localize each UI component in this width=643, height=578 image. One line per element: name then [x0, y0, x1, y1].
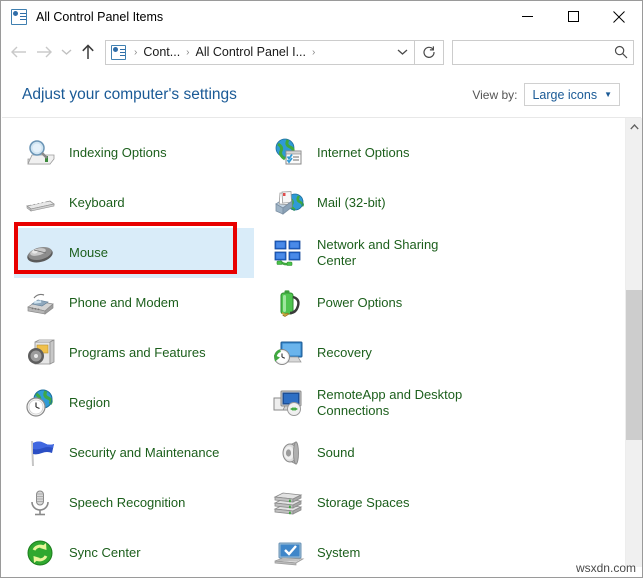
vertical-scrollbar[interactable] — [625, 118, 642, 567]
breadcrumb-item-0[interactable]: Cont... — [141, 45, 182, 59]
internet-options-icon — [272, 137, 304, 169]
window-controls — [504, 1, 642, 32]
items-column-right: Internet Options — [262, 128, 562, 567]
refresh-icon[interactable] — [415, 40, 444, 65]
scrollbar-track[interactable] — [626, 135, 642, 550]
indexing-options-icon — [24, 137, 56, 169]
item-label: Power Options — [317, 295, 402, 311]
items-content-area: Indexing Options — [1, 118, 642, 567]
maximize-icon[interactable] — [550, 1, 596, 32]
view-by-label: View by: — [472, 88, 517, 102]
item-label: Recovery — [317, 345, 372, 361]
watermark: wsxdn.com — [576, 561, 636, 575]
navigation-bar: › Cont... › All Control Panel I... › — [1, 32, 642, 72]
item-label: System — [317, 545, 360, 561]
sync-center-icon — [24, 537, 56, 567]
control-panel-item-speech-recognition[interactable]: Speech Recognition — [14, 478, 254, 528]
control-panel-item-phone-and-modem[interactable]: Phone and Modem — [14, 278, 254, 328]
item-label: RemoteApp and Desktop Connections — [317, 387, 462, 419]
control-panel-item-internet-options[interactable]: Internet Options — [262, 128, 562, 178]
phone-and-modem-icon — [24, 287, 56, 319]
items-grid: Indexing Options — [1, 118, 642, 567]
search-box[interactable] — [452, 40, 634, 65]
recovery-icon — [272, 337, 304, 369]
minimize-icon[interactable] — [504, 1, 550, 32]
control-panel-icon — [11, 9, 27, 25]
breadcrumb-separator: › — [182, 47, 193, 58]
keyboard-icon — [24, 187, 56, 219]
item-label: Security and Maintenance — [69, 445, 219, 461]
item-label: Mouse — [69, 245, 108, 261]
search-icon[interactable] — [609, 45, 633, 59]
up-arrow-icon[interactable] — [75, 37, 101, 67]
control-panel-item-recovery[interactable]: Recovery — [262, 328, 562, 378]
item-label: Network and Sharing Center — [317, 237, 438, 269]
items-column-left: Indexing Options — [14, 128, 254, 567]
control-panel-item-indexing-options[interactable]: Indexing Options — [14, 128, 254, 178]
item-label: Keyboard — [69, 195, 125, 211]
view-by-value: Large icons — [532, 88, 597, 102]
breadcrumb-item-1[interactable]: All Control Panel I... — [194, 45, 308, 59]
control-panel-item-programs-and-features[interactable]: Programs and Features — [14, 328, 254, 378]
control-panel-item-power-options[interactable]: Power Options — [262, 278, 562, 328]
control-panel-item-mouse[interactable]: Mouse — [14, 228, 254, 278]
page-title: Adjust your computer's settings — [22, 86, 237, 104]
breadcrumb-separator: › — [130, 47, 141, 58]
programs-and-features-icon — [24, 337, 56, 369]
scroll-up-arrow-icon[interactable] — [626, 118, 642, 135]
item-label: Indexing Options — [69, 145, 167, 161]
recent-locations-chevron-down-icon[interactable] — [57, 37, 75, 67]
chevron-down-icon: ▼ — [604, 90, 612, 99]
region-icon — [24, 387, 56, 419]
security-and-maintenance-icon — [24, 437, 56, 469]
breadcrumb-separator: › — [308, 47, 319, 58]
remoteapp-and-desktop-connections-icon — [272, 387, 304, 419]
control-panel-item-network-and-sharing-center[interactable]: Network and Sharing Center — [262, 228, 562, 278]
close-icon[interactable] — [596, 1, 642, 32]
item-label: Programs and Features — [69, 345, 206, 361]
address-bar[interactable]: › Cont... › All Control Panel I... › — [105, 40, 415, 65]
system-icon — [272, 537, 304, 567]
view-by-dropdown[interactable]: Large icons ▼ — [524, 83, 620, 106]
power-options-icon — [272, 287, 304, 319]
control-panel-item-security-and-maintenance[interactable]: Security and Maintenance — [14, 428, 254, 478]
speech-recognition-icon — [24, 487, 56, 519]
item-label: Internet Options — [317, 145, 410, 161]
control-panel-item-sync-center[interactable]: Sync Center — [14, 528, 254, 567]
forward-arrow-icon[interactable] — [31, 37, 57, 67]
control-panel-item-storage-spaces[interactable]: Storage Spaces — [262, 478, 562, 528]
item-label: Sound — [317, 445, 355, 461]
control-panel-item-mail[interactable]: Mail (32-bit) — [262, 178, 562, 228]
control-panel-item-keyboard[interactable]: Keyboard — [14, 178, 254, 228]
network-and-sharing-center-icon — [272, 237, 304, 269]
item-label: Sync Center — [69, 545, 141, 561]
item-label: Speech Recognition — [69, 495, 185, 511]
item-label: Region — [69, 395, 110, 411]
back-arrow-icon[interactable] — [5, 37, 31, 67]
control-panel-item-system[interactable]: System — [262, 528, 562, 567]
control-panel-item-remoteapp-and-desktop-connections[interactable]: RemoteApp and Desktop Connections — [262, 378, 562, 428]
mail-icon — [272, 187, 304, 219]
scrollbar-thumb[interactable] — [626, 290, 642, 440]
address-control-panel-icon — [111, 45, 126, 60]
control-panel-item-region[interactable]: Region — [14, 378, 254, 428]
item-label: Phone and Modem — [69, 295, 179, 311]
address-chevron-down-icon[interactable] — [390, 41, 414, 64]
view-by-control: View by: Large icons ▼ — [472, 83, 620, 106]
title-bar: All Control Panel Items — [1, 1, 642, 32]
control-panel-window: All Control Panel Items — [0, 0, 643, 578]
sound-icon — [272, 437, 304, 469]
storage-spaces-icon — [272, 487, 304, 519]
window-title: All Control Panel Items — [36, 10, 163, 24]
mouse-icon — [24, 237, 56, 269]
control-panel-item-sound[interactable]: Sound — [262, 428, 562, 478]
item-label: Mail (32-bit) — [317, 195, 386, 211]
item-label: Storage Spaces — [317, 495, 410, 511]
page-header: Adjust your computer's settings View by:… — [1, 72, 642, 117]
